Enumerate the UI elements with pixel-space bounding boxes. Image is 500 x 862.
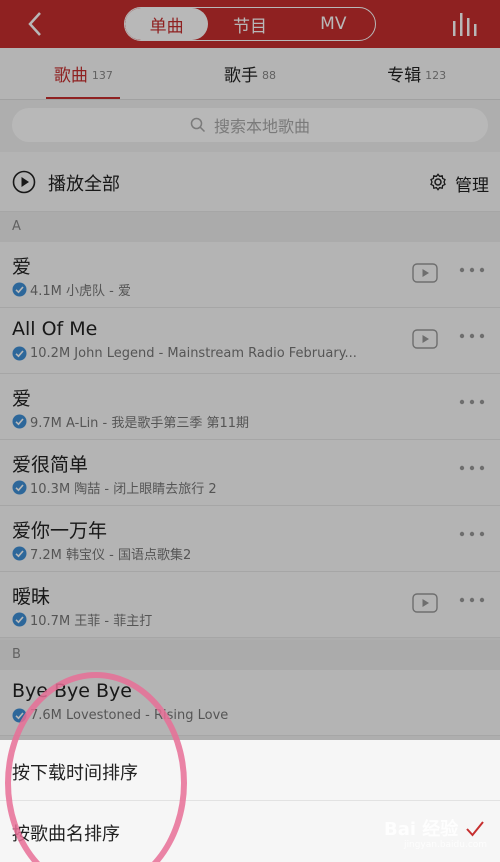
watermark-url: jingyan.baidu.com [404, 840, 488, 850]
modal-dim-overlay[interactable] [0, 0, 500, 740]
watermark-logo: Bai 经验 [384, 819, 459, 840]
selected-check-icon [466, 821, 484, 837]
